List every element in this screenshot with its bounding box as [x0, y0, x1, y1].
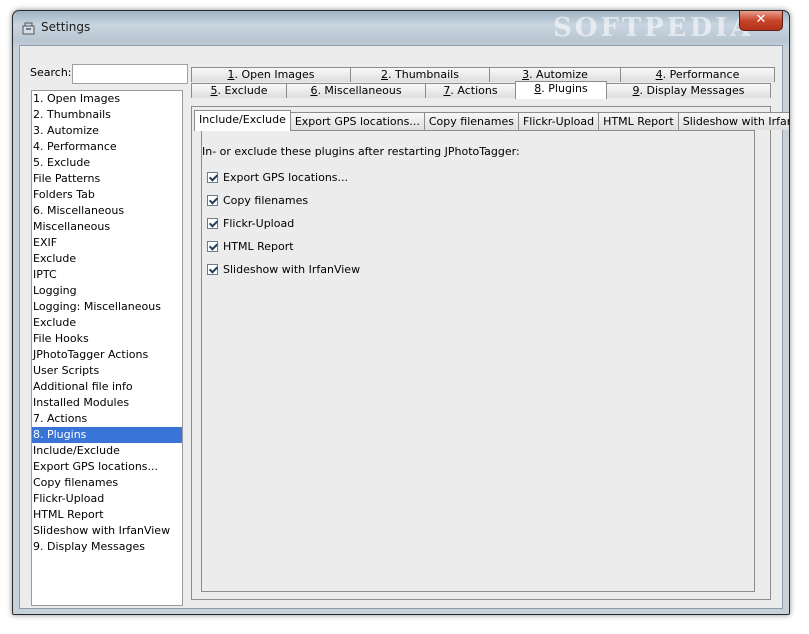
subtab[interactable]: Slideshow with IrfanView: [677, 112, 789, 130]
tab-mnemonic: 9: [632, 84, 640, 97]
checkbox-label: Flickr-Upload: [223, 216, 295, 230]
settings-tab-area: 1. Open Images 2. Thumbnails 3. Automize 4.…: [191, 66, 789, 604]
plugin-checkbox-row[interactable]: Copy filenames: [207, 192, 308, 208]
plugin-checkbox-row[interactable]: Export GPS locations...: [207, 169, 348, 185]
sidebar-item[interactable]: Slideshow with IrfanView: [32, 523, 182, 539]
sidebar-item[interactable]: 3. Automize: [32, 123, 182, 139]
tab-4[interactable]: 4. Performance: [620, 67, 775, 82]
sidebar-item[interactable]: Miscellaneous: [32, 219, 182, 235]
sidebar-item[interactable]: JPhotoTagger Actions: [32, 347, 182, 363]
tab-2[interactable]: 2. Thumbnails: [350, 67, 490, 82]
plugin-checkbox-row[interactable]: HTML Report: [207, 238, 294, 254]
sidebar-item[interactable]: Exclude: [32, 251, 182, 267]
sidebar-item[interactable]: Folders Tab: [32, 187, 182, 203]
title-bar[interactable]: Settings SOFTPEDIA ✕: [13, 11, 789, 45]
subtab[interactable]: Export GPS locations...: [289, 112, 425, 130]
plugins-panel: Include/Exclude Export GPS locations... Co…: [191, 106, 789, 600]
sidebar-item[interactable]: 5. Exclude: [32, 155, 182, 171]
tab-label: . Miscellaneous: [317, 84, 402, 97]
sidebar-item[interactable]: File Hooks: [32, 331, 182, 347]
checkbox[interactable]: [207, 171, 218, 183]
subtab[interactable]: Flickr-Upload: [517, 112, 600, 130]
checkbox[interactable]: [207, 263, 218, 275]
tab-label: . Display Messages: [639, 84, 745, 97]
settings-window-icon: [22, 22, 35, 35]
sidebar-item[interactable]: Include/Exclude: [32, 443, 182, 459]
settings-content: Search: 1. Open Images 2. Thumbnails 3. Au…: [19, 45, 789, 609]
sidebar-item[interactable]: 6. Miscellaneous: [32, 203, 182, 219]
sidebar-item[interactable]: Copy filenames: [32, 475, 182, 491]
tab-1[interactable]: 1. Open Images: [191, 67, 351, 82]
sidebar-item[interactable]: Exclude: [32, 315, 182, 331]
checkbox-label: Export GPS locations...: [223, 170, 349, 184]
sidebar-item[interactable]: EXIF: [32, 235, 182, 251]
tab-label: . Actions: [450, 84, 498, 97]
sidebar-item[interactable]: Flickr-Upload: [32, 491, 182, 507]
tab-label: . Open Images: [234, 68, 315, 81]
checkbox[interactable]: [207, 240, 218, 252]
plugin-checkbox-row[interactable]: Slideshow with IrfanView: [207, 261, 360, 277]
sidebar-item[interactable]: Logging: [32, 283, 182, 299]
checkbox-label: Copy filenames: [223, 193, 309, 207]
sidebar-item[interactable]: 7. Actions: [32, 411, 182, 427]
sidebar-item[interactable]: 2. Thumbnails: [32, 107, 182, 123]
tab-label: . Automize: [529, 68, 588, 81]
tab-row-2: 5. Exclude 6. Miscellaneous 7. Actions 8. P…: [191, 81, 771, 99]
window-title: Settings: [41, 20, 91, 34]
sidebar-item[interactable]: Export GPS locations...: [32, 459, 182, 475]
tab-6[interactable]: 6. Miscellaneous: [286, 83, 426, 98]
tab-row-1: 1. Open Images 2. Thumbnails 3. Automize 4.…: [191, 67, 775, 83]
plugin-checkbox-row[interactable]: Flickr-Upload: [207, 215, 294, 231]
checkbox[interactable]: [207, 194, 218, 206]
sidebar-item[interactable]: Additional file info: [32, 379, 182, 395]
watermark-text: SOFTPEDIA: [553, 13, 754, 43]
include-exclude-panel: In- or exclude these plugins after resta…: [201, 130, 755, 592]
settings-category-list[interactable]: 1. Open Images 2. Thumbnails 3. Automize 4.…: [31, 90, 183, 606]
tab-8[interactable]: 8. Plugins: [515, 81, 607, 99]
checkbox-label: Slideshow with IrfanView: [223, 262, 361, 276]
search-input[interactable]: [72, 64, 188, 84]
sidebar-item[interactable]: Installed Modules: [32, 395, 182, 411]
tab-label: . Performance: [662, 68, 740, 81]
sidebar-item[interactable]: HTML Report: [32, 507, 182, 523]
settings-window: Settings SOFTPEDIA ✕ Search: 1. Open Ima…: [12, 10, 790, 615]
tab-mnemonic: 3: [522, 68, 530, 81]
plugin-subtabs: Include/Exclude Export GPS locations... Co…: [194, 110, 789, 131]
subtab[interactable]: HTML Report: [598, 112, 679, 130]
tab-9[interactable]: 9. Display Messages: [606, 83, 771, 98]
sidebar-item[interactable]: 1. Open Images: [32, 91, 182, 107]
tab-5[interactable]: 5. Exclude: [191, 83, 287, 98]
plugins-description: In- or exclude these plugins after resta…: [202, 145, 520, 158]
sidebar-item[interactable]: 9. Display Messages: [32, 539, 182, 555]
tab-3[interactable]: 3. Automize: [489, 67, 621, 82]
subtab[interactable]: Copy filenames: [423, 112, 519, 130]
subtab[interactable]: Include/Exclude: [194, 110, 291, 131]
tab-7[interactable]: 7. Actions: [425, 83, 516, 98]
tab-label: . Thumbnails: [388, 68, 459, 81]
checkbox[interactable]: [207, 217, 218, 229]
close-button[interactable]: ✕: [739, 11, 783, 31]
sidebar-item[interactable]: User Scripts: [32, 363, 182, 379]
sidebar-item[interactable]: Logging: Miscellaneous: [32, 299, 182, 315]
sidebar-item[interactable]: IPTC: [32, 267, 182, 283]
sidebar-item[interactable]: 8. Plugins: [32, 427, 182, 443]
checkbox-label: HTML Report: [223, 239, 294, 253]
tab-mnemonic: 2: [381, 68, 389, 81]
tab-mnemonic: 4: [655, 68, 663, 81]
search-label: Search:: [30, 66, 72, 79]
sidebar-item[interactable]: File Patterns: [32, 171, 182, 187]
tab-label: . Plugins: [541, 82, 588, 95]
sidebar-item[interactable]: 4. Performance: [32, 139, 182, 155]
tab-label: . Exclude: [217, 84, 268, 97]
